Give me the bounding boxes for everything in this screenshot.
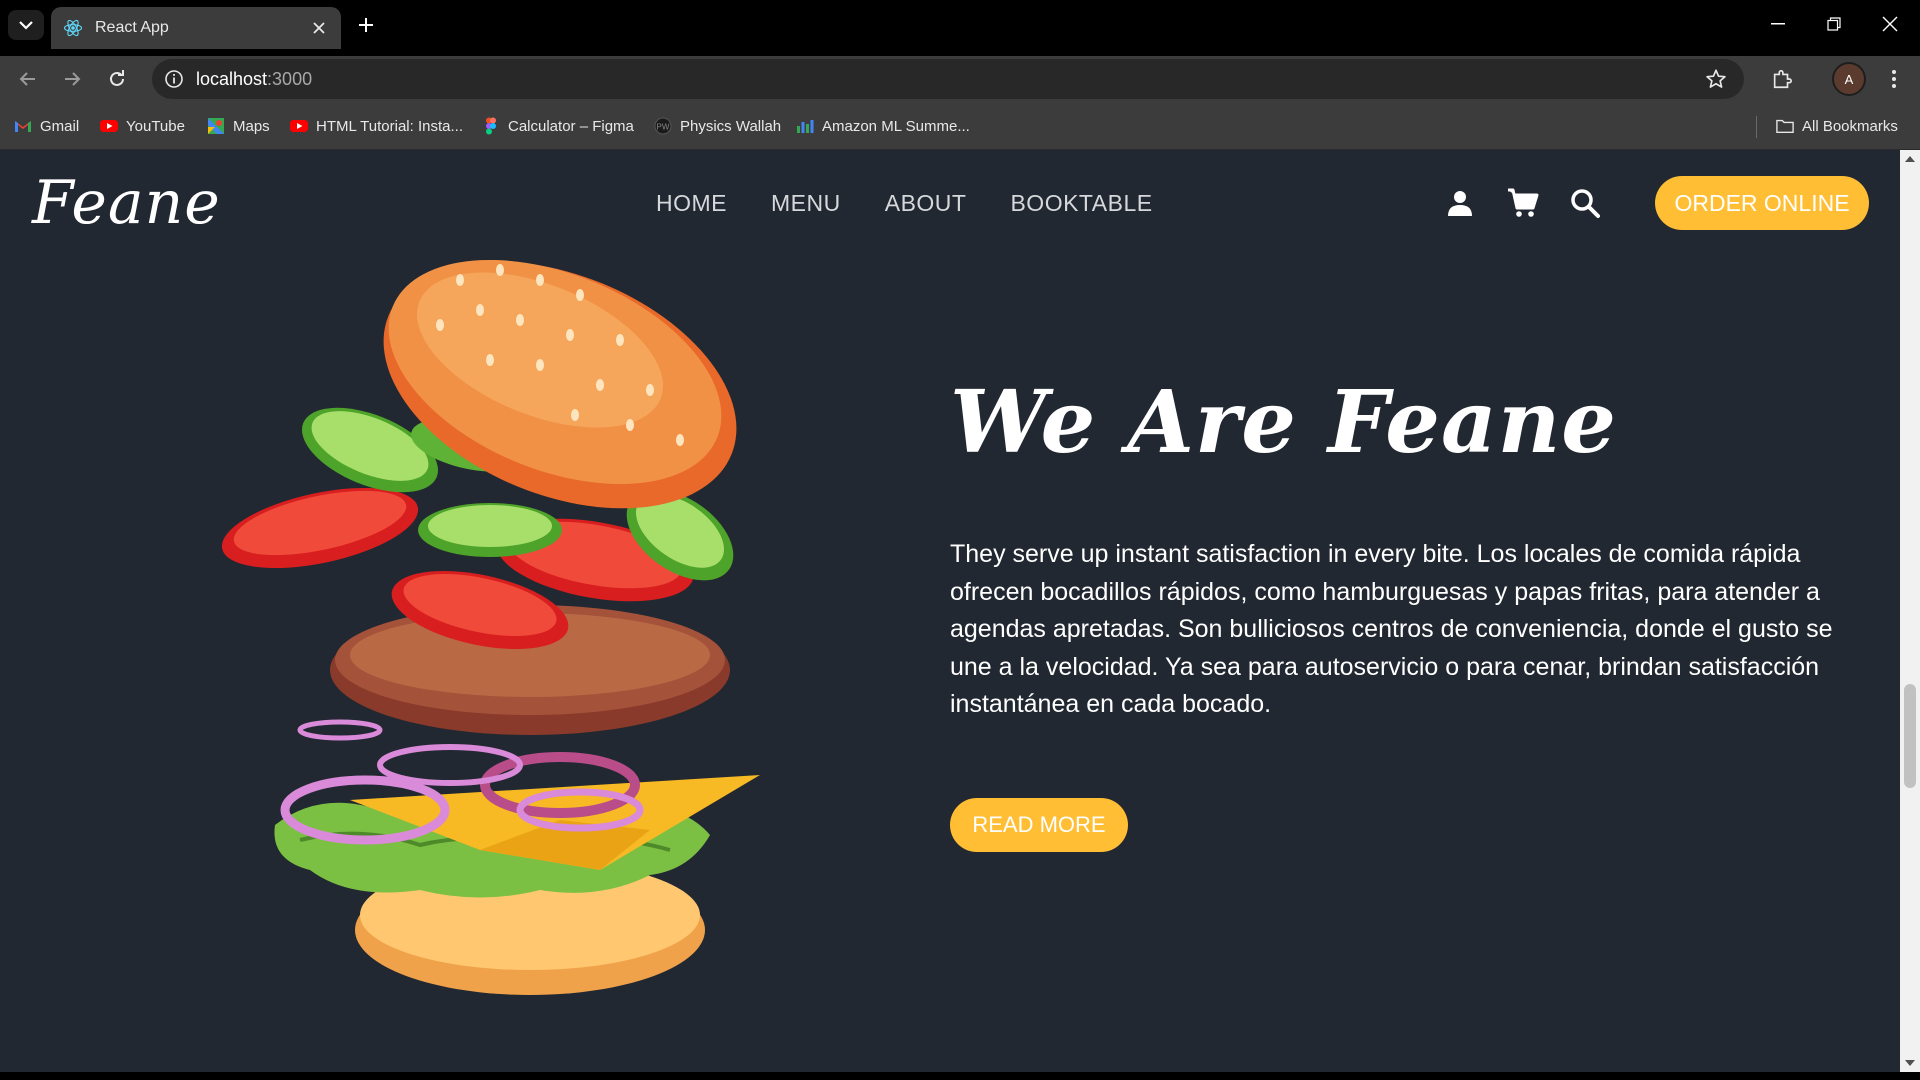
bookmark-label: Amazon ML Summe...	[822, 117, 970, 135]
url-port: :3000	[267, 68, 313, 89]
bookmark-amazon-ml[interactable]: Amazon ML Summe...	[796, 114, 970, 138]
kebab-menu-icon	[1892, 70, 1896, 88]
restore-icon	[1827, 17, 1841, 31]
bookmarks-separator	[1756, 116, 1757, 138]
arrow-right-icon	[65, 72, 81, 86]
reload-button[interactable]	[103, 65, 131, 93]
site-info-icon[interactable]	[162, 67, 186, 91]
react-icon	[63, 19, 83, 37]
page-viewport: Feane HOME MENU ABOUT BOOKTABLE ORDER ON…	[0, 150, 1900, 1072]
scroll-up-arrow-icon[interactable]	[1905, 156, 1915, 162]
minimize-button[interactable]	[1750, 0, 1806, 48]
profile-avatar[interactable]: A	[1832, 62, 1866, 96]
hero-title: We Are Feane	[950, 372, 1617, 473]
bookmark-maps[interactable]: Maps	[207, 114, 270, 138]
url-host: localhost	[196, 68, 268, 89]
tab-title: React App	[95, 19, 169, 36]
scrollbar-thumb[interactable]	[1904, 684, 1916, 788]
bookmark-youtube[interactable]: YouTube	[100, 114, 185, 138]
chevron-down-icon	[19, 21, 33, 30]
all-bookmarks-button[interactable]: All Bookmarks	[1776, 114, 1898, 138]
puzzle-icon	[1773, 69, 1792, 89]
bookmark-label: Gmail	[40, 117, 80, 135]
order-online-button[interactable]: ORDER ONLINE	[1655, 176, 1869, 230]
restore-button[interactable]	[1806, 0, 1862, 48]
main-nav: HOME MENU ABOUT BOOKTABLE	[656, 190, 1153, 217]
bookmarks-bar: Gmail YouTube Maps HTML Tutorial: Insta.…	[0, 102, 1920, 150]
folder-icon	[1776, 119, 1794, 133]
bookmark-gmail[interactable]: Gmail	[14, 114, 79, 138]
nav-about[interactable]: ABOUT	[885, 190, 967, 217]
nav-menu[interactable]: MENU	[771, 190, 841, 217]
pw-icon: PW	[654, 117, 672, 135]
extensions-button[interactable]	[1768, 65, 1796, 93]
all-bookmarks-label: All Bookmarks	[1802, 117, 1898, 135]
search-icon[interactable]	[1568, 186, 1602, 220]
youtube-icon	[100, 120, 118, 132]
plus-icon	[359, 18, 373, 32]
user-icon[interactable]	[1443, 186, 1477, 220]
hero-description: They serve up instant satisfaction in ev…	[950, 540, 1833, 718]
browser-tab[interactable]: React App	[51, 7, 341, 49]
window-bottom-edge	[0, 1072, 1920, 1080]
forward-button[interactable]	[58, 65, 86, 93]
back-button[interactable]	[14, 65, 42, 93]
bookmark-star-icon[interactable]	[1704, 67, 1728, 91]
arrow-left-icon	[19, 72, 35, 86]
bookmark-label: Calculator – Figma	[508, 117, 634, 135]
reload-icon	[110, 70, 124, 86]
new-tab-button[interactable]	[353, 12, 379, 38]
bookmark-label: HTML Tutorial: Insta...	[316, 117, 463, 135]
nav-booktable[interactable]: BOOKTABLE	[1010, 190, 1152, 217]
bookmark-html-tutorial[interactable]: HTML Tutorial: Insta...	[290, 114, 463, 138]
browser-menu-button[interactable]	[1880, 65, 1908, 93]
page-scrollbar[interactable]	[1900, 150, 1920, 1072]
tab-search-button[interactable]	[8, 10, 44, 40]
browser-tab-strip: React App	[0, 0, 1920, 56]
bookmark-figma[interactable]: Calculator – Figma	[482, 114, 634, 138]
bookmark-physics-wallah[interactable]: PW Physics Wallah	[654, 114, 781, 138]
maps-icon	[208, 118, 224, 134]
scroll-down-arrow-icon[interactable]	[1905, 1060, 1915, 1066]
read-more-button[interactable]: READ MORE	[950, 798, 1128, 852]
chart-icon	[797, 120, 814, 133]
close-icon	[1882, 16, 1898, 32]
browser-toolbar: localhost:3000 A	[0, 56, 1920, 102]
youtube-icon	[290, 120, 308, 132]
cart-icon[interactable]	[1506, 186, 1540, 220]
bookmark-label: YouTube	[126, 117, 185, 135]
burger-illustration	[221, 259, 760, 995]
gmail-icon	[15, 121, 31, 132]
bookmark-label: Physics Wallah	[680, 117, 782, 135]
nav-home[interactable]: HOME	[656, 190, 727, 217]
svg-text:PW: PW	[657, 123, 670, 132]
figma-icon	[486, 117, 496, 135]
close-window-button[interactable]	[1862, 0, 1918, 48]
minimize-icon	[1771, 23, 1785, 25]
address-bar[interactable]: localhost:3000	[152, 59, 1744, 99]
tab-close-icon[interactable]	[309, 18, 329, 38]
bookmark-label: Maps	[233, 117, 270, 135]
site-logo[interactable]: Feane	[32, 168, 221, 238]
